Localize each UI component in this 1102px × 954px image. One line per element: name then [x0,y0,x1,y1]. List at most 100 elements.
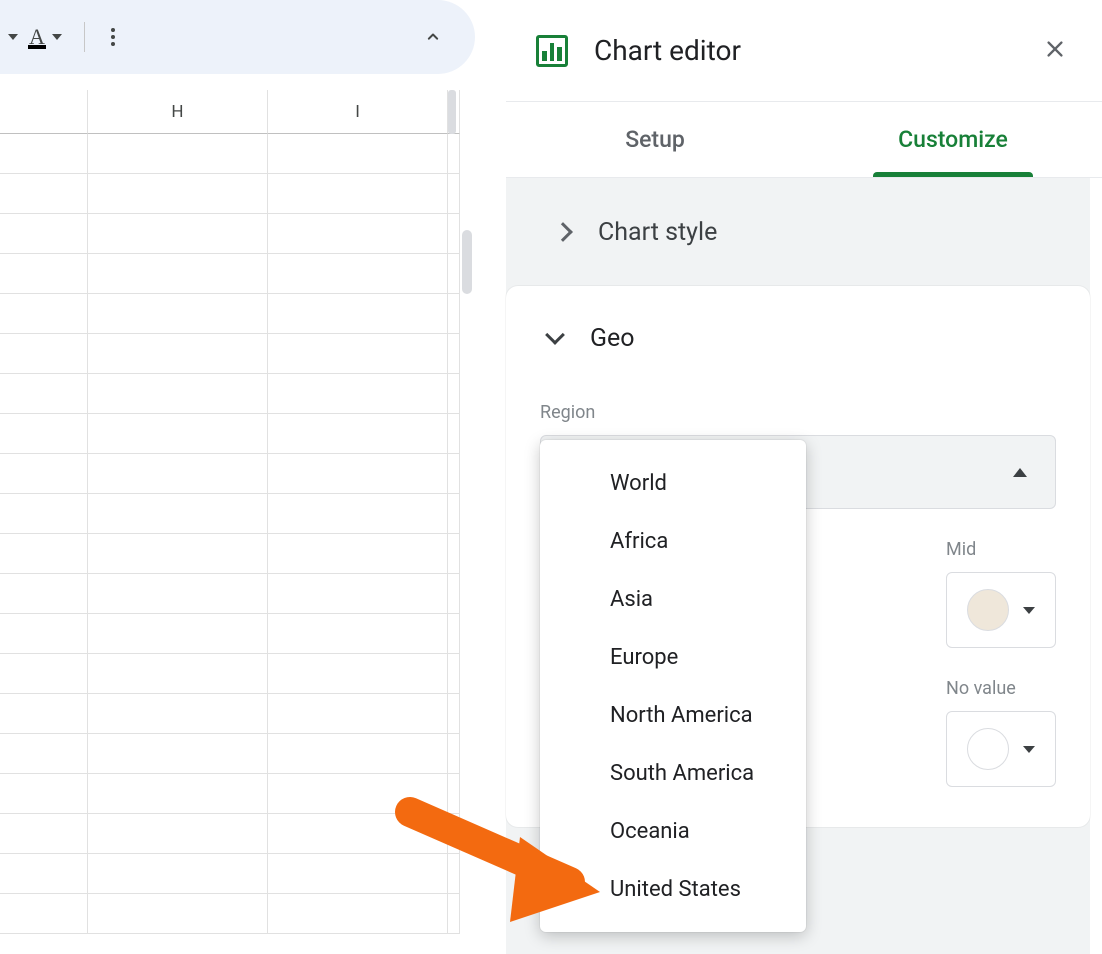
table-row[interactable] [0,774,476,814]
cell[interactable] [88,814,268,854]
tab-setup[interactable]: Setup [506,102,804,177]
cell[interactable] [88,134,268,174]
cell[interactable] [268,694,448,734]
cell[interactable] [88,174,268,214]
cell[interactable] [268,494,448,534]
cell[interactable] [448,614,460,654]
region-option[interactable]: North America [540,686,806,744]
column-resize-handle[interactable] [448,90,456,134]
region-option[interactable]: South America [540,744,806,802]
table-row[interactable] [0,814,476,854]
spreadsheet-grid[interactable]: H I [0,90,476,954]
cell[interactable] [268,454,448,494]
cell[interactable] [268,334,448,374]
cell[interactable] [0,774,88,814]
cell[interactable] [448,374,460,414]
cell[interactable] [88,214,268,254]
cell[interactable] [0,854,88,894]
cell[interactable] [88,614,268,654]
table-row[interactable] [0,414,476,454]
region-option[interactable]: Europe [540,628,806,686]
table-row[interactable] [0,454,476,494]
cell[interactable] [268,574,448,614]
cell[interactable] [448,774,460,814]
toolbar-prev-dropdown[interactable] [4,0,26,74]
cell[interactable] [0,334,88,374]
cell[interactable] [268,654,448,694]
table-row[interactable] [0,654,476,694]
cell[interactable] [448,734,460,774]
section-chart-style[interactable]: Chart style [506,178,1090,286]
cell[interactable] [0,694,88,734]
cell[interactable] [448,534,460,574]
region-option[interactable]: World [540,454,806,512]
cell[interactable] [448,174,460,214]
table-row[interactable] [0,894,476,934]
region-option[interactable]: Asia [540,570,806,628]
table-row[interactable] [0,534,476,574]
cell[interactable] [0,294,88,334]
cell[interactable] [448,334,460,374]
vertical-scrollbar[interactable] [462,230,472,294]
table-row[interactable] [0,574,476,614]
cell[interactable] [268,174,448,214]
cell[interactable] [268,614,448,654]
cell[interactable] [88,574,268,614]
cell[interactable] [0,654,88,694]
cell[interactable] [448,654,460,694]
cell[interactable] [448,494,460,534]
column-header-i[interactable]: I [268,90,448,134]
cell[interactable] [448,894,460,934]
cell[interactable] [268,854,448,894]
table-row[interactable] [0,174,476,214]
cell[interactable] [88,454,268,494]
cell[interactable] [0,814,88,854]
cell[interactable] [268,814,448,854]
collapse-toolbar-button[interactable] [419,23,447,51]
cell[interactable] [88,334,268,374]
cell[interactable] [448,414,460,454]
cell[interactable] [268,294,448,334]
region-option[interactable]: United States [540,860,806,918]
novalue-color-picker[interactable] [946,711,1056,787]
mid-color-picker[interactable] [946,572,1056,648]
cell[interactable] [88,534,268,574]
more-toolbar-button[interactable] [99,23,127,51]
cell[interactable] [268,534,448,574]
cell[interactable] [448,254,460,294]
region-option[interactable]: Africa [540,512,806,570]
text-color-button[interactable]: A [26,0,70,74]
cell[interactable] [88,254,268,294]
cell[interactable] [0,254,88,294]
cell[interactable] [0,494,88,534]
table-row[interactable] [0,374,476,414]
table-row[interactable] [0,734,476,774]
column-header[interactable] [0,90,88,134]
cell[interactable] [88,894,268,934]
cell[interactable] [0,134,88,174]
cell[interactable] [0,534,88,574]
cell[interactable] [0,894,88,934]
cell[interactable] [448,694,460,734]
cell[interactable] [268,414,448,454]
cell[interactable] [0,614,88,654]
cell[interactable] [0,214,88,254]
table-row[interactable] [0,694,476,734]
cell[interactable] [448,854,460,894]
cell[interactable] [88,654,268,694]
cell[interactable] [88,374,268,414]
close-button[interactable] [1036,26,1074,75]
cell[interactable] [0,174,88,214]
cell[interactable] [88,854,268,894]
cell[interactable] [268,254,448,294]
table-row[interactable] [0,134,476,174]
cell[interactable] [88,694,268,734]
cell[interactable] [88,494,268,534]
table-row[interactable] [0,854,476,894]
cell[interactable] [0,734,88,774]
cell[interactable] [448,134,460,174]
cell[interactable] [448,294,460,334]
section-geo-header[interactable]: Geo [506,286,1090,390]
cell[interactable] [88,414,268,454]
tab-customize[interactable]: Customize [804,102,1102,177]
